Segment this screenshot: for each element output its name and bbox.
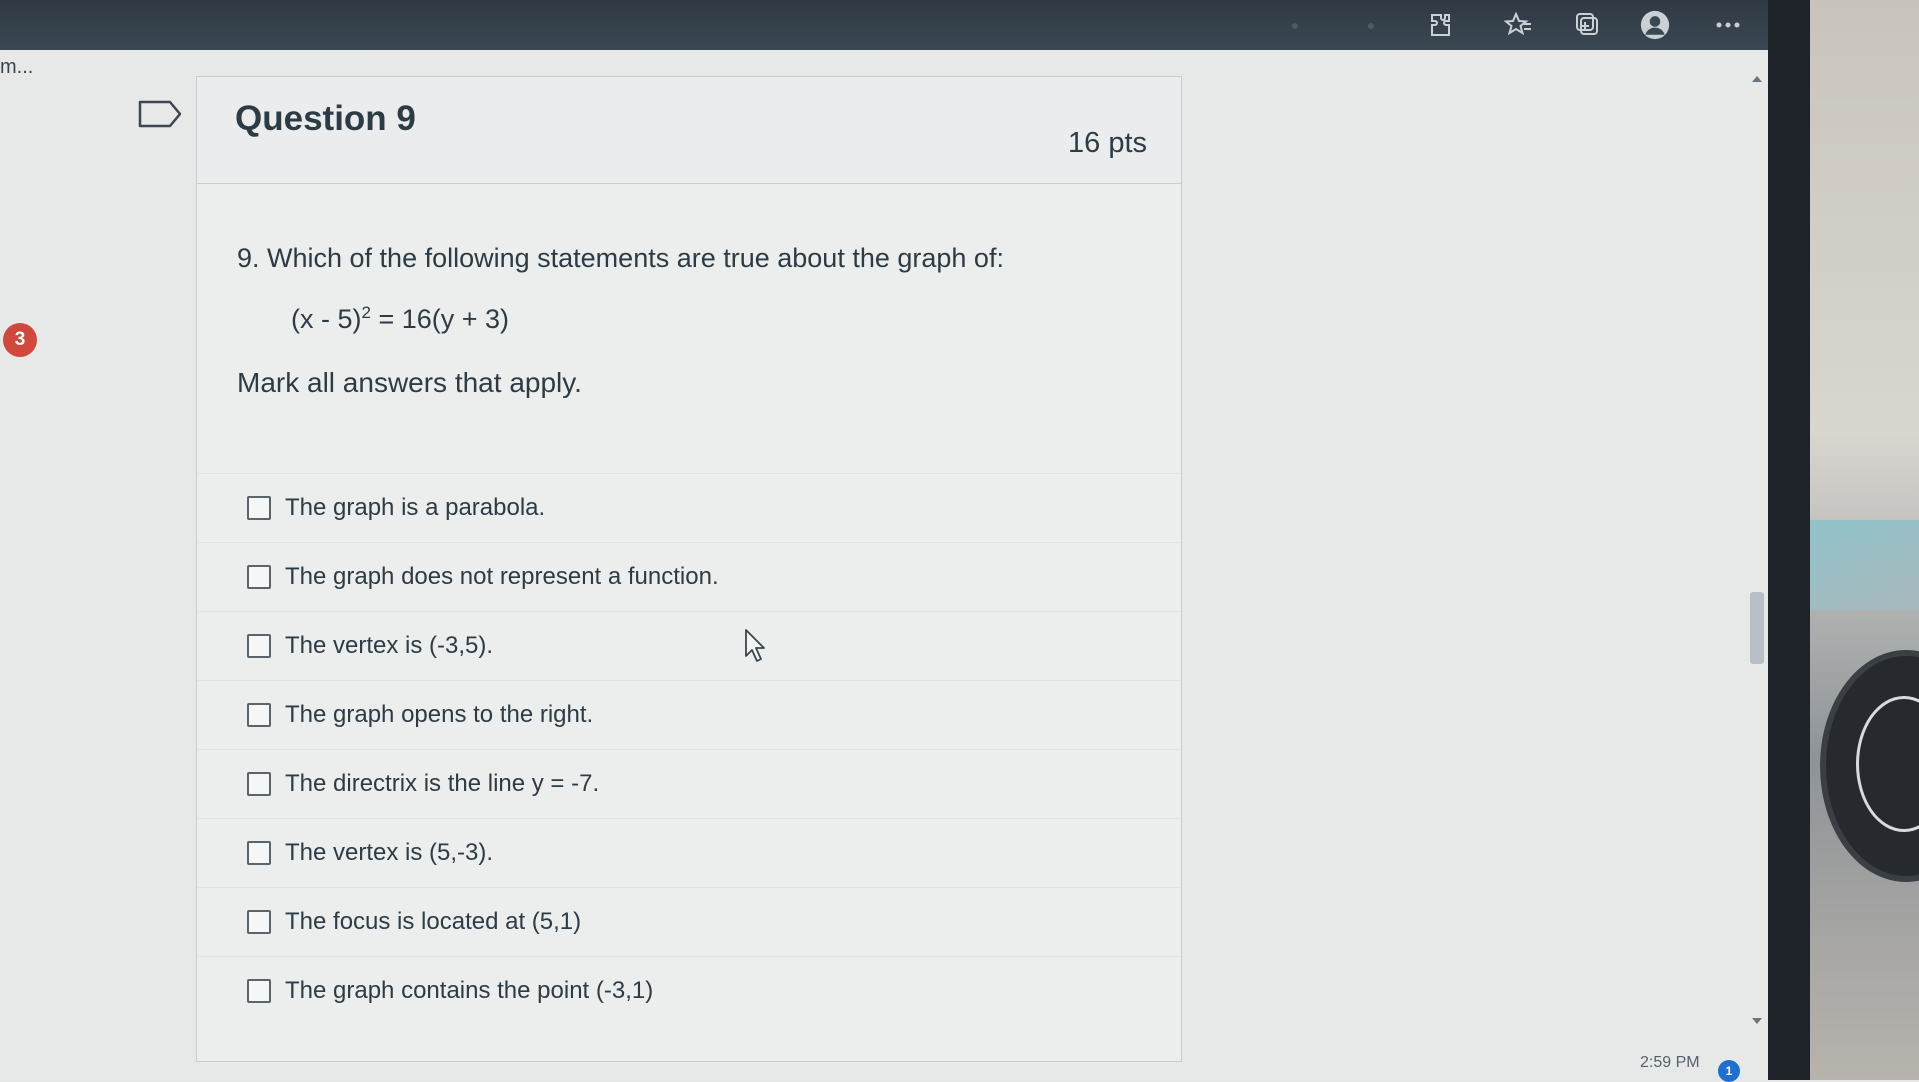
answer-checkbox[interactable] xyxy=(247,979,271,1003)
scroll-down-icon[interactable] xyxy=(1752,1018,1762,1024)
equation-left: (x - 5) xyxy=(291,304,362,334)
answer-checkbox[interactable] xyxy=(247,772,271,796)
question-header: Question 9 16 pts xyxy=(197,77,1181,184)
answer-option[interactable]: The directrix is the line y = -7. xyxy=(197,749,1181,818)
collections-icon[interactable] xyxy=(1573,10,1603,40)
page-scrollbar[interactable] xyxy=(1748,70,1766,1030)
truncated-page-title[interactable]: m... xyxy=(0,56,33,79)
answer-option[interactable]: The vertex is (5,-3). xyxy=(197,818,1181,887)
answer-list: The graph is a parabola. The graph does … xyxy=(197,473,1181,1025)
answer-option[interactable]: The graph does not represent a function. xyxy=(197,542,1181,611)
answer-label: The graph contains the point (-3,1) xyxy=(285,977,654,1004)
taskbar-clock[interactable]: 2:59 PM xyxy=(1640,1054,1700,1072)
answer-option[interactable]: The graph is a parabola. xyxy=(197,473,1181,542)
answer-option[interactable]: The graph contains the point (-3,1) xyxy=(197,956,1181,1025)
answer-label: The graph does not represent a function. xyxy=(285,563,719,590)
answer-label: The vertex is (-3,5). xyxy=(285,632,494,659)
faded-icon: ● xyxy=(1366,17,1376,33)
answer-checkbox[interactable] xyxy=(247,565,271,589)
answer-checkbox[interactable] xyxy=(247,841,271,865)
browser-toolbar: ● ● xyxy=(0,0,1810,50)
monitor-bezel xyxy=(1768,0,1812,1080)
notification-badge[interactable]: 3 xyxy=(3,323,37,357)
answer-label: The graph opens to the right. xyxy=(285,701,594,728)
question-prompt: 9. Which of the following statements are… xyxy=(237,243,1004,273)
answer-label: The focus is located at (5,1) xyxy=(285,908,582,935)
question-instruction: Mark all answers that apply. xyxy=(237,367,582,398)
answer-checkbox[interactable] xyxy=(247,634,271,658)
question-equation: (x - 5)2 = 16(y + 3) xyxy=(291,303,509,335)
answer-checkbox[interactable] xyxy=(247,703,271,727)
mouse-cursor-icon xyxy=(745,629,765,662)
background-object xyxy=(1810,520,1919,610)
scroll-thumb[interactable] xyxy=(1750,592,1764,664)
answer-label: The graph is a parabola. xyxy=(285,494,546,521)
answer-option[interactable]: The graph opens to the right. xyxy=(197,680,1181,749)
favorites-icon[interactable] xyxy=(1503,10,1533,40)
faded-icon: ● xyxy=(1290,17,1300,33)
extensions-icon[interactable] xyxy=(1427,10,1457,40)
more-icon[interactable] xyxy=(1713,10,1743,40)
background-scene xyxy=(1810,0,1919,1080)
bookmark-flag-icon[interactable] xyxy=(138,100,182,128)
scroll-up-icon[interactable] xyxy=(1752,76,1762,82)
question-card: Question 9 16 pts 9. Which of the follow… xyxy=(196,76,1182,1062)
answer-label: The directrix is the line y = -7. xyxy=(285,770,600,797)
question-title: Question 9 xyxy=(235,99,416,138)
answer-checkbox[interactable] xyxy=(247,496,271,520)
profile-icon[interactable] xyxy=(1640,10,1670,40)
equation-exponent: 2 xyxy=(361,303,371,322)
taskbar-notification-badge[interactable]: 1 xyxy=(1718,1060,1740,1082)
answer-option[interactable]: The focus is located at (5,1) xyxy=(197,887,1181,956)
answer-label: The vertex is (5,-3). xyxy=(285,839,494,866)
equation-right: = 16(y + 3) xyxy=(370,304,510,334)
background-wheel xyxy=(1820,650,1919,882)
question-points: 16 pts xyxy=(1068,127,1147,159)
answer-checkbox[interactable] xyxy=(247,910,271,934)
answer-option[interactable]: The vertex is (-3,5). xyxy=(197,611,1181,680)
